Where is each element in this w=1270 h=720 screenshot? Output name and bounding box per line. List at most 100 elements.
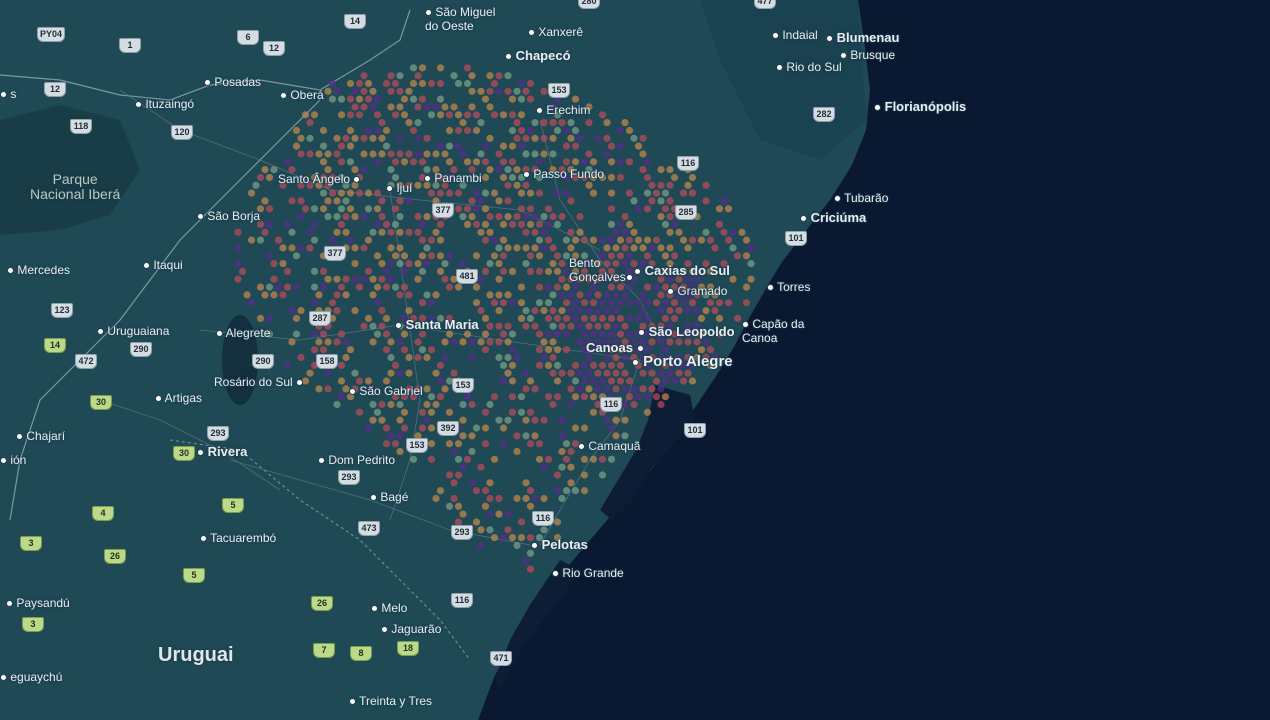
hexbin (396, 432, 404, 440)
place-label[interactable]: Chapecó (505, 48, 571, 64)
place-label[interactable]: Alegrete (216, 326, 270, 341)
place-label[interactable]: Bento Gonçalves (569, 256, 633, 285)
place-label[interactable]: Torres (767, 280, 810, 295)
place-label[interactable]: Oberá (280, 88, 324, 103)
place-label[interactable]: Mercedes (7, 263, 70, 278)
place-label[interactable]: eguaychú (0, 670, 62, 685)
place-label[interactable]: Blumenau (826, 30, 899, 46)
hexbin (450, 494, 458, 503)
place-label[interactable]: s (0, 87, 16, 102)
place-label[interactable]: São Leopoldo (638, 324, 735, 340)
hexbin (468, 72, 476, 80)
hexbin (418, 158, 427, 166)
hexbin (468, 87, 476, 95)
place-label[interactable]: Artigas (155, 391, 202, 406)
hexbin (549, 353, 557, 362)
place-label[interactable]: Indaial (772, 28, 818, 43)
place-label[interactable]: Uruguaiana (97, 324, 169, 339)
hexbin (616, 377, 625, 385)
place-name: São Leopoldo (648, 324, 735, 339)
place-label[interactable]: Rio Grande (552, 566, 624, 581)
hexbin (495, 275, 503, 283)
place-label[interactable]: ión (0, 453, 26, 468)
road-shield-icon: 377 (432, 203, 454, 218)
place-label[interactable]: Panambi (424, 171, 482, 186)
place-label[interactable]: Ituzaingó (135, 97, 194, 112)
road-shield-icon: 392 (437, 421, 459, 436)
place-label[interactable]: Ijuí (386, 181, 413, 196)
place-label[interactable]: São Miguel do Oeste (425, 5, 495, 34)
place-label[interactable]: Xanxerê (528, 25, 583, 40)
hexbin (517, 393, 526, 401)
place-label[interactable]: Porto Alegre (632, 353, 733, 370)
place-label[interactable]: Dom Pedrito (318, 453, 395, 468)
place-label[interactable]: Passo Fundo (523, 167, 604, 182)
hexbin (387, 150, 395, 158)
place-label[interactable]: Criciúma (800, 210, 866, 226)
hexbin (319, 189, 328, 197)
place-label[interactable]: São Borja (197, 209, 260, 224)
hexbin (481, 487, 490, 495)
place-label[interactable]: Gramado (667, 284, 727, 299)
place-label[interactable]: Tubarão (834, 191, 888, 206)
hexbin (423, 213, 431, 221)
hexbin (369, 416, 377, 424)
place-label[interactable]: São Gabriel (349, 384, 423, 399)
hexbin (621, 213, 629, 221)
hexbin (499, 158, 508, 166)
road-shield-icon: 12 (263, 41, 285, 56)
road-shield-icon: 285 (675, 205, 697, 220)
hexbin (540, 119, 548, 127)
place-label[interactable]: Erechim (536, 103, 590, 118)
place-label[interactable]: Santa Maria (395, 317, 479, 333)
place-name: Bento (569, 256, 601, 270)
hexbin (400, 346, 409, 354)
hexbin (387, 338, 395, 346)
place-label[interactable]: Melo (371, 601, 407, 616)
place-label[interactable]: Santo Ângelo (278, 172, 361, 187)
place-label[interactable]: Pelotas (531, 537, 588, 553)
hexbin (333, 87, 341, 95)
place-label[interactable]: Posadas (204, 75, 261, 90)
place-label[interactable]: Itaqui (143, 258, 183, 273)
hexbin (598, 361, 607, 369)
place-marker-icon (834, 195, 841, 203)
place-name: Ijuí (396, 181, 413, 195)
hexbin (319, 142, 328, 150)
hexbin (432, 228, 440, 236)
place-label[interactable]: Rio do Sul (776, 60, 842, 75)
place-label[interactable]: Tacuarembó (200, 531, 276, 546)
hexbin (598, 377, 607, 385)
hexbin (549, 369, 557, 377)
hexbin (495, 494, 503, 503)
place-label[interactable]: Rivera (197, 444, 247, 460)
road-shield-icon: 3 (20, 536, 42, 551)
hexbin (405, 87, 413, 95)
place-label[interactable]: Capão da Canoa (742, 317, 805, 346)
hexbin (540, 228, 548, 236)
map-canvas[interactable]: São Miguel do Oeste Xanxerê Chapecó Erech… (0, 0, 1270, 720)
place-marker-icon (296, 379, 304, 387)
place-marker-icon (197, 213, 204, 221)
hexbin (387, 72, 395, 80)
place-label[interactable]: Bagé (370, 490, 408, 505)
hexbin (499, 440, 508, 448)
hexbin (495, 510, 503, 518)
place-label[interactable]: Caxias do Sul (634, 263, 730, 279)
hexbin (603, 150, 611, 158)
place-label[interactable]: Rosário do Sul (214, 375, 304, 390)
place-label[interactable]: Paysandú (6, 596, 70, 611)
hexbin (261, 291, 269, 299)
place-label[interactable]: Jaguarão (381, 622, 441, 637)
place-name: Capão da (752, 317, 805, 331)
road-shield-icon: 477 (754, 0, 776, 9)
hexbin (459, 510, 467, 518)
place-label[interactable]: Brusque (840, 48, 895, 63)
place-label[interactable]: Chajarí (16, 429, 65, 444)
hexbin (396, 150, 404, 158)
place-label[interactable]: Treinta y Tres (349, 694, 432, 709)
hexbin (369, 134, 377, 142)
place-label[interactable]: Florianópolis (874, 99, 966, 115)
hexbin (414, 72, 422, 80)
place-label[interactable]: Camaquã (578, 439, 640, 454)
